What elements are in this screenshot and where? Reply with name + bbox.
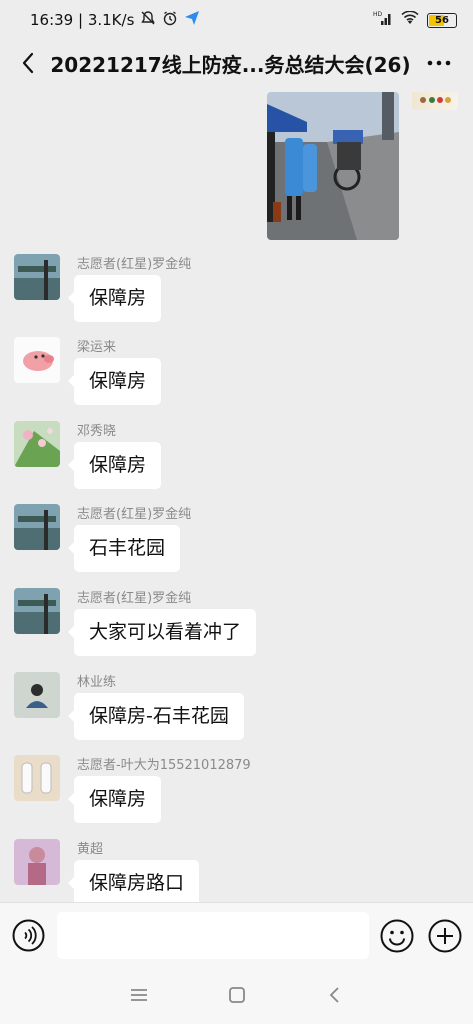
menu-icon [131, 989, 147, 1001]
more-dots-icon [427, 60, 451, 66]
message-item: 志愿者-叶大为15521012879 保障房 [14, 755, 454, 839]
avatar-lake[interactable] [14, 254, 60, 300]
back-icon [329, 987, 339, 1003]
status-right: HD 56 [373, 10, 457, 30]
avatar-girl[interactable] [14, 839, 60, 885]
nav-back-button[interactable] [324, 984, 346, 1006]
message-bubble[interactable]: 石丰花园 [67, 525, 181, 572]
message-item: 志愿者(红星)罗金纯 保障房 [14, 254, 454, 338]
hd-signal-icon: HD [373, 10, 393, 30]
chat-title: 20221217线上防疫...务总结大会(26) [50, 52, 411, 77]
plus-icon [428, 919, 462, 953]
avatar-lake[interactable] [14, 588, 60, 634]
menu-button[interactable] [128, 984, 150, 1006]
chevron-left-icon [22, 52, 34, 74]
status-bar: 16:39 | 3.1K/s HD 56 [0, 0, 473, 40]
avatar-flowers[interactable] [14, 421, 60, 467]
message-bubble[interactable]: 保障房路口 [67, 860, 200, 902]
avatar-person[interactable] [14, 672, 60, 718]
chat-header: 20221217线上防疫...务总结大会(26) [0, 40, 473, 86]
sender-name: 邓秀晓 [77, 424, 117, 439]
chat-area[interactable]: 志愿者(红星)罗金纯 保障房 梁运来 保障房 邓秀晓 保障房 志愿者(红星)罗金… [0, 86, 473, 902]
sender-name: 志愿者-叶大为15521012879 [77, 758, 251, 773]
avatar-pig[interactable] [14, 337, 60, 383]
message-bubble[interactable]: 保障房 [67, 358, 162, 405]
battery-icon: 56 [427, 12, 457, 28]
message-item: 梁运来 保障房 [14, 337, 454, 421]
input-bar [0, 902, 473, 966]
sender-name: 黄超 [77, 842, 104, 857]
voice-icon [12, 919, 45, 952]
status-left: 16:39 | 3.1K/s [30, 10, 200, 30]
alarm-icon [162, 10, 178, 30]
back-button[interactable] [14, 43, 42, 83]
more-button[interactable] [419, 43, 459, 83]
sender-name: 梁运来 [77, 340, 117, 355]
sent-photo[interactable] [267, 92, 399, 240]
message-bubble[interactable]: 保障房-石丰花园 [68, 693, 244, 740]
message-bubble[interactable]: 大家可以看着冲了 [67, 609, 257, 656]
home-button[interactable] [226, 984, 248, 1006]
emoji-icon [380, 919, 414, 953]
emoji-button[interactable] [380, 919, 414, 953]
system-nav-bar [0, 966, 473, 1024]
sender-name: 志愿者(红星)罗金纯 [77, 507, 192, 522]
self-avatar[interactable] [412, 92, 458, 110]
svg-text:HD: HD [373, 11, 383, 18]
message-bubble[interactable]: 保障房 [67, 442, 162, 489]
message-item: 林业练 保障房-石丰花园 [14, 672, 454, 756]
wifi-icon [401, 10, 419, 29]
message-item: 志愿者(红星)罗金纯 石丰花园 [14, 504, 454, 588]
voice-button[interactable] [12, 919, 45, 952]
home-icon [229, 987, 245, 1003]
message-input[interactable] [57, 912, 369, 959]
sender-name: 志愿者(红星)罗金纯 [77, 257, 192, 272]
message-bubble[interactable]: 保障房 [67, 776, 162, 823]
message-item: 邓秀晓 保障房 [14, 421, 454, 505]
send-arrow-icon [184, 10, 200, 30]
status-time: 16:39 | 3.1K/s [30, 11, 135, 29]
plus-button[interactable] [428, 919, 462, 953]
message-bubble[interactable]: 保障房 [67, 275, 162, 322]
message-item: 志愿者(红星)罗金纯 大家可以看着冲了 [14, 588, 454, 672]
battery-level: 56 [435, 14, 449, 26]
sender-name: 志愿者(红星)罗金纯 [77, 591, 192, 606]
message-item: 黄超 保障房路口 [14, 839, 454, 902]
avatar-shoes[interactable] [14, 755, 60, 801]
sender-name: 林业练 [77, 675, 117, 690]
mute-bell-icon [140, 10, 156, 30]
avatar-lake[interactable] [14, 504, 60, 550]
